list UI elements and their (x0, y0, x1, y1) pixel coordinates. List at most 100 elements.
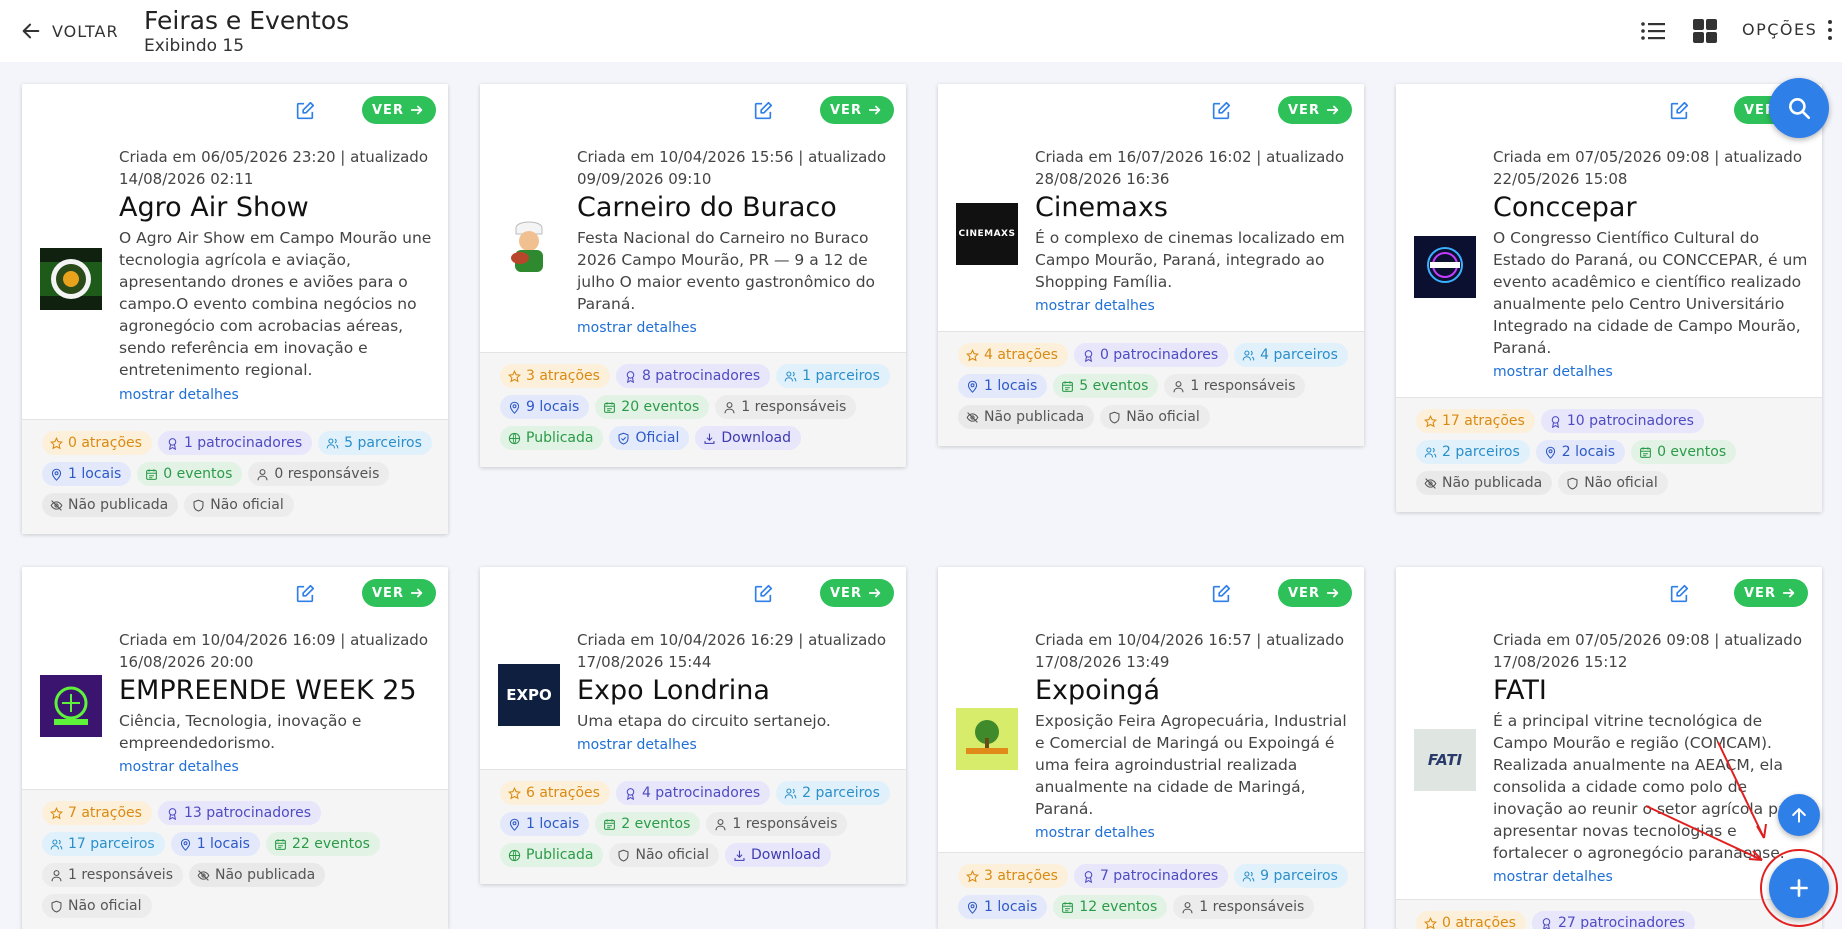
responsibles-chip[interactable]: 0 responsáveis (248, 462, 390, 486)
sponsors-chip[interactable]: 27 patrocinadores (1531, 911, 1696, 929)
sponsors-chip[interactable]: 7 patrocinadores (1073, 864, 1229, 888)
card-meta: Criada em 10/04/2026 16:57 | atualizado … (1035, 631, 1345, 671)
locations-chip[interactable]: 1 locais (500, 812, 590, 836)
event-logo: FATI (1414, 729, 1476, 791)
event-card: VER Criada em 10/04/2026 15:56 | atualiz… (480, 84, 906, 467)
map-pin-icon (509, 818, 520, 831)
show-details-link[interactable]: mostrar detalhes (577, 320, 697, 336)
attractions-chip[interactable]: 17 atrações (1416, 409, 1535, 433)
scroll-top-fab[interactable] (1778, 794, 1820, 836)
sponsors-chip[interactable]: 13 patrocinadores (157, 801, 322, 825)
more-vertical-icon[interactable] (1826, 20, 1834, 42)
show-details-link[interactable]: mostrar detalhes (1493, 869, 1613, 885)
responsibles-chip[interactable]: 1 responsáveis (1164, 374, 1306, 398)
unpublished-chip[interactable]: Não publicada (189, 863, 326, 887)
ver-button[interactable]: VER (1734, 579, 1808, 607)
partners-chip[interactable]: 2 parceiros (776, 781, 890, 805)
not-official-chip[interactable]: Não oficial (42, 894, 152, 918)
attractions-chip[interactable]: 4 atrações (958, 343, 1068, 367)
ver-button[interactable]: VER (820, 579, 894, 607)
partners-chip[interactable]: 4 parceiros (1234, 343, 1348, 367)
responsibles-chip[interactable]: 1 responsáveis (42, 863, 183, 887)
show-details-link[interactable]: mostrar detalhes (119, 387, 239, 403)
edit-icon[interactable] (1668, 583, 1690, 605)
not-official-chip[interactable]: Não oficial (184, 493, 294, 517)
award-icon (1542, 917, 1551, 929)
edit-icon[interactable] (752, 100, 774, 122)
sponsors-chip[interactable]: 0 patrocinadores (1073, 343, 1229, 367)
sponsors-chip[interactable]: 10 patrocinadores (1540, 409, 1704, 433)
unpublished-chip[interactable]: Não publicada (958, 405, 1095, 429)
star-icon (966, 348, 979, 361)
event-card: VER Criada em 07/05/2026 09:08 | atualiz… (1396, 567, 1822, 929)
responsibles-chip[interactable]: 1 responsáveis (706, 812, 848, 836)
ver-button[interactable]: VER (362, 579, 436, 607)
sponsors-chip[interactable]: 8 patrocinadores (615, 364, 771, 388)
edit-icon[interactable] (1668, 100, 1690, 122)
edit-icon[interactable] (752, 583, 774, 605)
events-chip[interactable]: 12 eventos (1053, 895, 1168, 919)
sponsors-chip[interactable]: 4 patrocinadores (615, 781, 771, 805)
locations-chip[interactable]: 1 locais (958, 895, 1048, 919)
unpublished-chip[interactable]: Não publicada (42, 493, 179, 517)
show-details-link[interactable]: mostrar detalhes (577, 737, 697, 753)
events-chip[interactable]: 22 eventos (265, 832, 380, 856)
sponsors-chip[interactable]: 1 patrocinadores (157, 431, 313, 455)
show-details-link[interactable]: mostrar detalhes (1493, 364, 1613, 380)
show-details-link[interactable]: mostrar detalhes (119, 759, 239, 775)
not-official-chip[interactable]: Não oficial (1558, 471, 1668, 495)
eye-off-icon (50, 499, 63, 511)
show-details-link[interactable]: mostrar detalhes (1035, 825, 1155, 841)
attractions-chip[interactable]: 3 atrações (958, 864, 1068, 888)
list-view-icon[interactable] (1640, 19, 1666, 43)
edit-icon[interactable] (294, 100, 316, 122)
search-fab[interactable] (1769, 78, 1829, 138)
event-card: VER Criada em 10/04/2026 16:29 | atualiz… (480, 567, 906, 884)
events-chip[interactable]: 0 eventos (137, 462, 243, 486)
arrow-right-icon (410, 588, 423, 598)
events-chip[interactable]: 2 eventos (595, 812, 701, 836)
responsibles-chip[interactable]: 1 responsáveis (715, 395, 857, 419)
partners-chip[interactable]: 1 parceiros (776, 364, 890, 388)
published-chip[interactable]: Publicada (500, 843, 604, 867)
unpublished-chip[interactable]: Não publicada (1416, 471, 1553, 495)
edit-icon[interactable] (1210, 100, 1232, 122)
back-button[interactable]: VOLTAR (20, 16, 119, 46)
not-official-chip[interactable]: Não oficial (1100, 405, 1210, 429)
card-description: Ciência, Tecnologia, inovação e empreend… (119, 712, 362, 752)
events-chip[interactable]: 5 eventos (1053, 374, 1159, 398)
partners-chip[interactable]: 17 parceiros (42, 832, 165, 856)
ver-button[interactable]: VER (1278, 96, 1352, 124)
locations-chip[interactable]: 1 locais (42, 462, 132, 486)
download-chip[interactable]: Download (695, 426, 801, 450)
locations-chip[interactable]: 1 locais (170, 832, 260, 856)
arrow-right-icon (868, 105, 881, 115)
ver-button[interactable]: VER (1278, 579, 1352, 607)
partners-chip[interactable]: 5 parceiros (318, 431, 432, 455)
edit-icon[interactable] (294, 583, 316, 605)
partners-chip[interactable]: 2 parceiros (1416, 440, 1530, 464)
locations-chip[interactable]: 9 locais (500, 395, 590, 419)
locations-chip[interactable]: 2 locais (1535, 440, 1626, 464)
download-chip[interactable]: Download (725, 843, 831, 867)
events-chip[interactable]: 20 eventos (595, 395, 710, 419)
not-official-chip[interactable]: Não oficial (609, 843, 719, 867)
ver-button[interactable]: VER (362, 96, 436, 124)
published-chip[interactable]: Publicada (500, 426, 604, 450)
options-button[interactable]: OPÇÕES (1742, 20, 1817, 39)
ver-button[interactable]: VER (820, 96, 894, 124)
attractions-chip[interactable]: 3 atrações (500, 364, 610, 388)
partners-chip[interactable]: 9 parceiros (1234, 864, 1348, 888)
responsibles-chip[interactable]: 1 responsáveis (1173, 895, 1315, 919)
show-details-link[interactable]: mostrar detalhes (1035, 298, 1155, 314)
attractions-chip[interactable]: 7 atrações (42, 801, 152, 825)
event-logo (1414, 236, 1476, 298)
events-chip[interactable]: 0 eventos (1631, 440, 1737, 464)
official-chip[interactable]: Oficial (609, 426, 690, 450)
locations-chip[interactable]: 1 locais (958, 374, 1048, 398)
attractions-chip[interactable]: 6 atrações (500, 781, 610, 805)
grid-view-icon[interactable] (1692, 19, 1718, 43)
edit-icon[interactable] (1210, 583, 1232, 605)
attractions-chip[interactable]: 0 atrações (42, 431, 152, 455)
attractions-chip[interactable]: 0 atrações (1416, 911, 1526, 929)
